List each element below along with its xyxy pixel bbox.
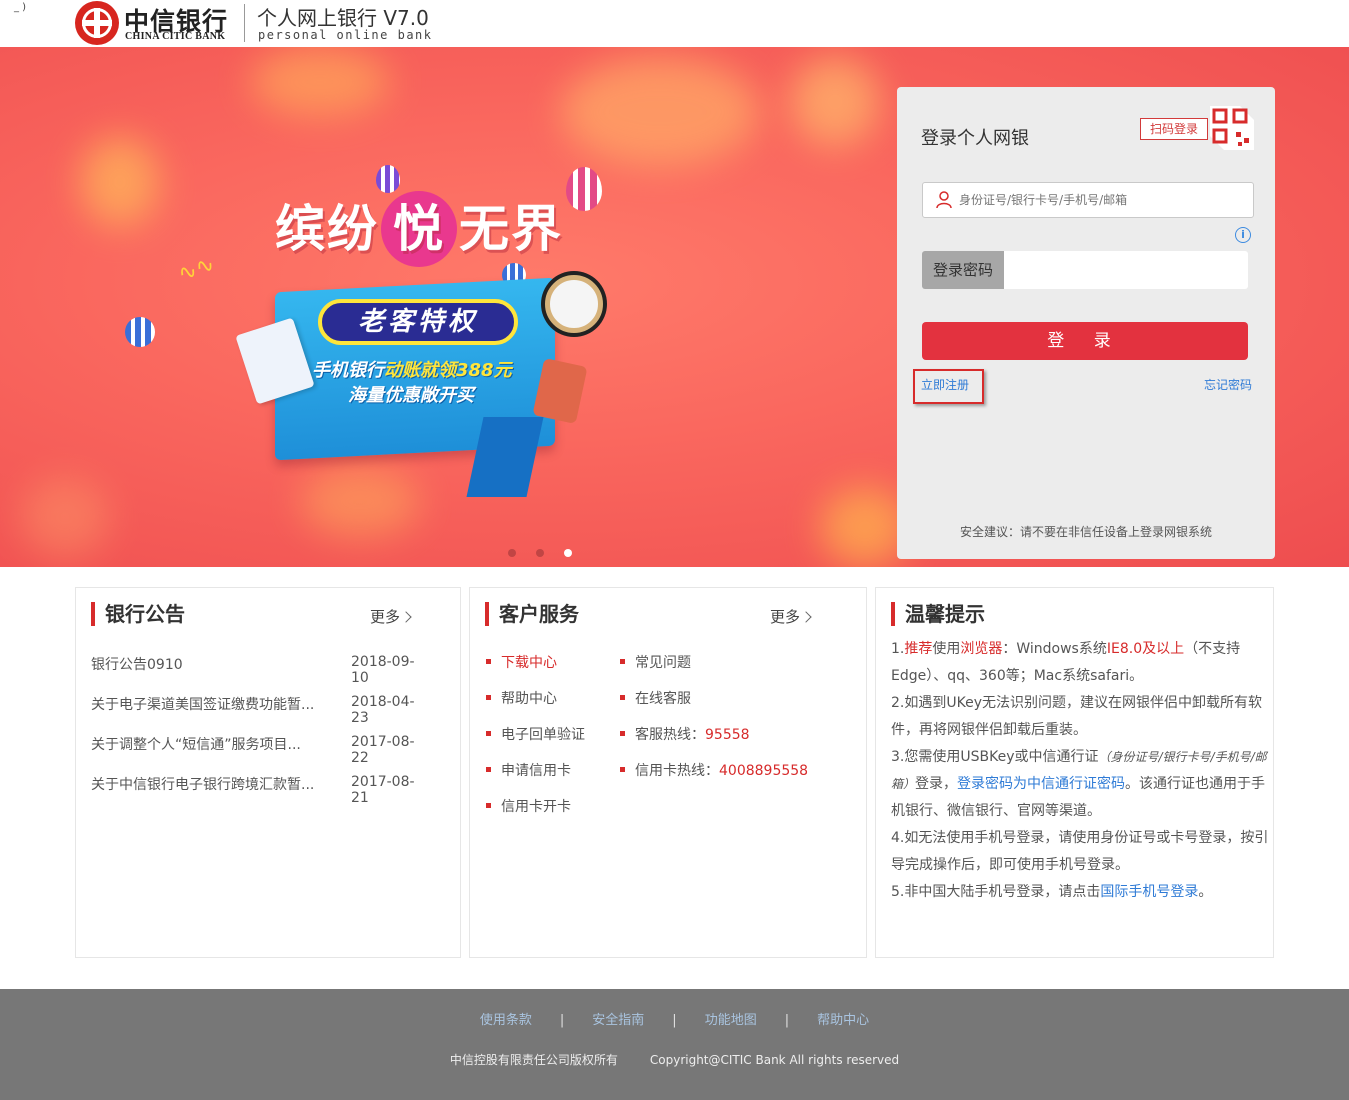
promo-title: 缤纷悦无界 — [275, 189, 563, 267]
service-activate-card[interactable]: 信用卡开卡 — [486, 796, 571, 816]
corner-mark: _ ) — [14, 2, 27, 13]
balloon-icon — [566, 167, 602, 211]
service-faq[interactable]: 常见问题 — [620, 652, 691, 672]
qr-login-button[interactable]: 扫码登录 — [1140, 118, 1208, 140]
customer-service-panel: 客户服务 更多 下载中心 帮助中心 电子回单验证 申请信用卡 信用卡开卡 常见问… — [469, 587, 867, 958]
notices-more-link[interactable]: 更多 — [370, 606, 412, 627]
password-input[interactable] — [1004, 251, 1248, 289]
forgot-password-link[interactable]: 忘记密码 — [1204, 376, 1252, 393]
app-title: 个人网上银行 V7.0 — [257, 6, 429, 30]
footer-link-terms[interactable]: 使用条款 — [452, 1009, 560, 1028]
service-online-support[interactable]: 在线客服 — [620, 688, 691, 708]
header-divider — [244, 4, 245, 42]
password-label: 登录密码 — [922, 251, 1004, 289]
user-icon — [936, 191, 952, 209]
chevron-right-icon — [800, 611, 812, 623]
username-input[interactable] — [922, 182, 1254, 218]
tip-1: 1.推荐使用浏览器：Windows系统IE8.0及以上（不支持Edge）、qq、… — [891, 641, 1241, 684]
footer-link-security[interactable]: 安全指南 — [564, 1009, 672, 1028]
copyright: 中信控股有限责任公司版权所有 Copyright@CITIC Bank All r… — [449, 1053, 900, 1067]
qr-code-icon[interactable] — [1210, 106, 1254, 150]
login-panel: 登录个人网银 扫码登录 i 登录密码 登 录 立即注册 忘记密码 安全建议：请不… — [897, 87, 1275, 559]
service-hotline: 客服热线：95558 — [620, 724, 750, 744]
service-card-hotline: 信用卡热线：4008895558 — [620, 760, 808, 780]
footer-links: 使用条款 | 安全指南 | 功能地图 | 帮助中心 — [0, 1009, 1349, 1028]
chevron-right-icon — [400, 611, 412, 623]
bank-name-en: CHINA CITIC BANK — [125, 31, 226, 42]
password-info-link[interactable]: 登录密码为中信通行证密码 — [957, 776, 1125, 792]
promo-line-2: 海量优惠敞开买 — [348, 385, 474, 406]
service-help-center[interactable]: 帮助中心 — [486, 688, 557, 708]
tip-3: 3.您需使用USBKey或中信通行证（身份证号/银行卡号/手机号/邮箱）登录，登… — [891, 749, 1267, 819]
carousel-dot-3[interactable] — [564, 549, 572, 557]
watch-icon — [545, 275, 603, 333]
citic-logo-icon[interactable] — [75, 1, 119, 45]
footer-link-help[interactable]: 帮助中心 — [789, 1009, 897, 1028]
security-note: 安全建议：请不要在非信任设备上登录网银系统 — [959, 525, 1212, 539]
login-button[interactable]: 登 录 — [922, 322, 1248, 360]
tip-2: 2.如遇到UKey无法识别问题，建议在网银伴侣中卸载所有软件，再将网银伴侣卸载后… — [891, 695, 1262, 738]
footer: 使用条款 | 安全指南 | 功能地图 | 帮助中心 中信控股有限责任公司版权所有 Copyri… — [0, 989, 1349, 1100]
service-receipt-verify[interactable]: 电子回单验证 — [486, 724, 585, 744]
confetti-icon: ∿∿ — [174, 251, 219, 288]
tip-5: 5.非中国大陆手机号登录，请点击国际手机号登录。 — [891, 884, 1213, 900]
footer-link-sitemap[interactable]: 功能地图 — [677, 1009, 785, 1028]
tip-4: 4.如无法使用手机号登录，请使用身份证号或卡号登录，按引导完成操作后，即可使用手… — [891, 830, 1269, 873]
login-title: 登录个人网银 — [921, 128, 1029, 149]
info-icon[interactable]: i — [1235, 227, 1251, 243]
promo-line-1: 手机银行动账就领388元 — [312, 360, 512, 381]
tips-panel: 温馨提示 1.推荐使用浏览器：Windows系统IE8.0及以上（不支持Edge… — [875, 587, 1274, 958]
bank-notices-panel: 银行公告 更多 银行公告0910 2018-09-10 关于电子渠道美国签证缴费功… — [75, 587, 461, 958]
register-link[interactable]: 立即注册 — [921, 376, 969, 393]
panel-title: 温馨提示 — [891, 602, 985, 626]
carousel-dot-2[interactable] — [536, 549, 544, 557]
panel-title: 客户服务 — [485, 602, 579, 626]
intl-phone-login-link[interactable]: 国际手机号登录 — [1100, 884, 1198, 900]
tips-text: 1.推荐使用浏览器：Windows系统IE8.0及以上（不支持Edge）、qq、… — [891, 636, 1271, 906]
service-download-center[interactable]: 下载中心 — [486, 652, 557, 672]
service-more-link[interactable]: 更多 — [770, 606, 812, 627]
header: _ ) 中信银行 CHINA CITIC BANK 个人网上银行 V7.0 pe… — [0, 0, 1349, 47]
promo-pill: 老客特权 — [318, 299, 518, 345]
panel-title: 银行公告 — [91, 602, 185, 626]
carousel-dots — [508, 549, 572, 557]
ball-icon — [125, 317, 155, 347]
service-apply-card[interactable]: 申请信用卡 — [486, 760, 571, 780]
app-subtitle: personal online bank — [258, 28, 433, 42]
carousel-dot-1[interactable] — [508, 549, 516, 557]
